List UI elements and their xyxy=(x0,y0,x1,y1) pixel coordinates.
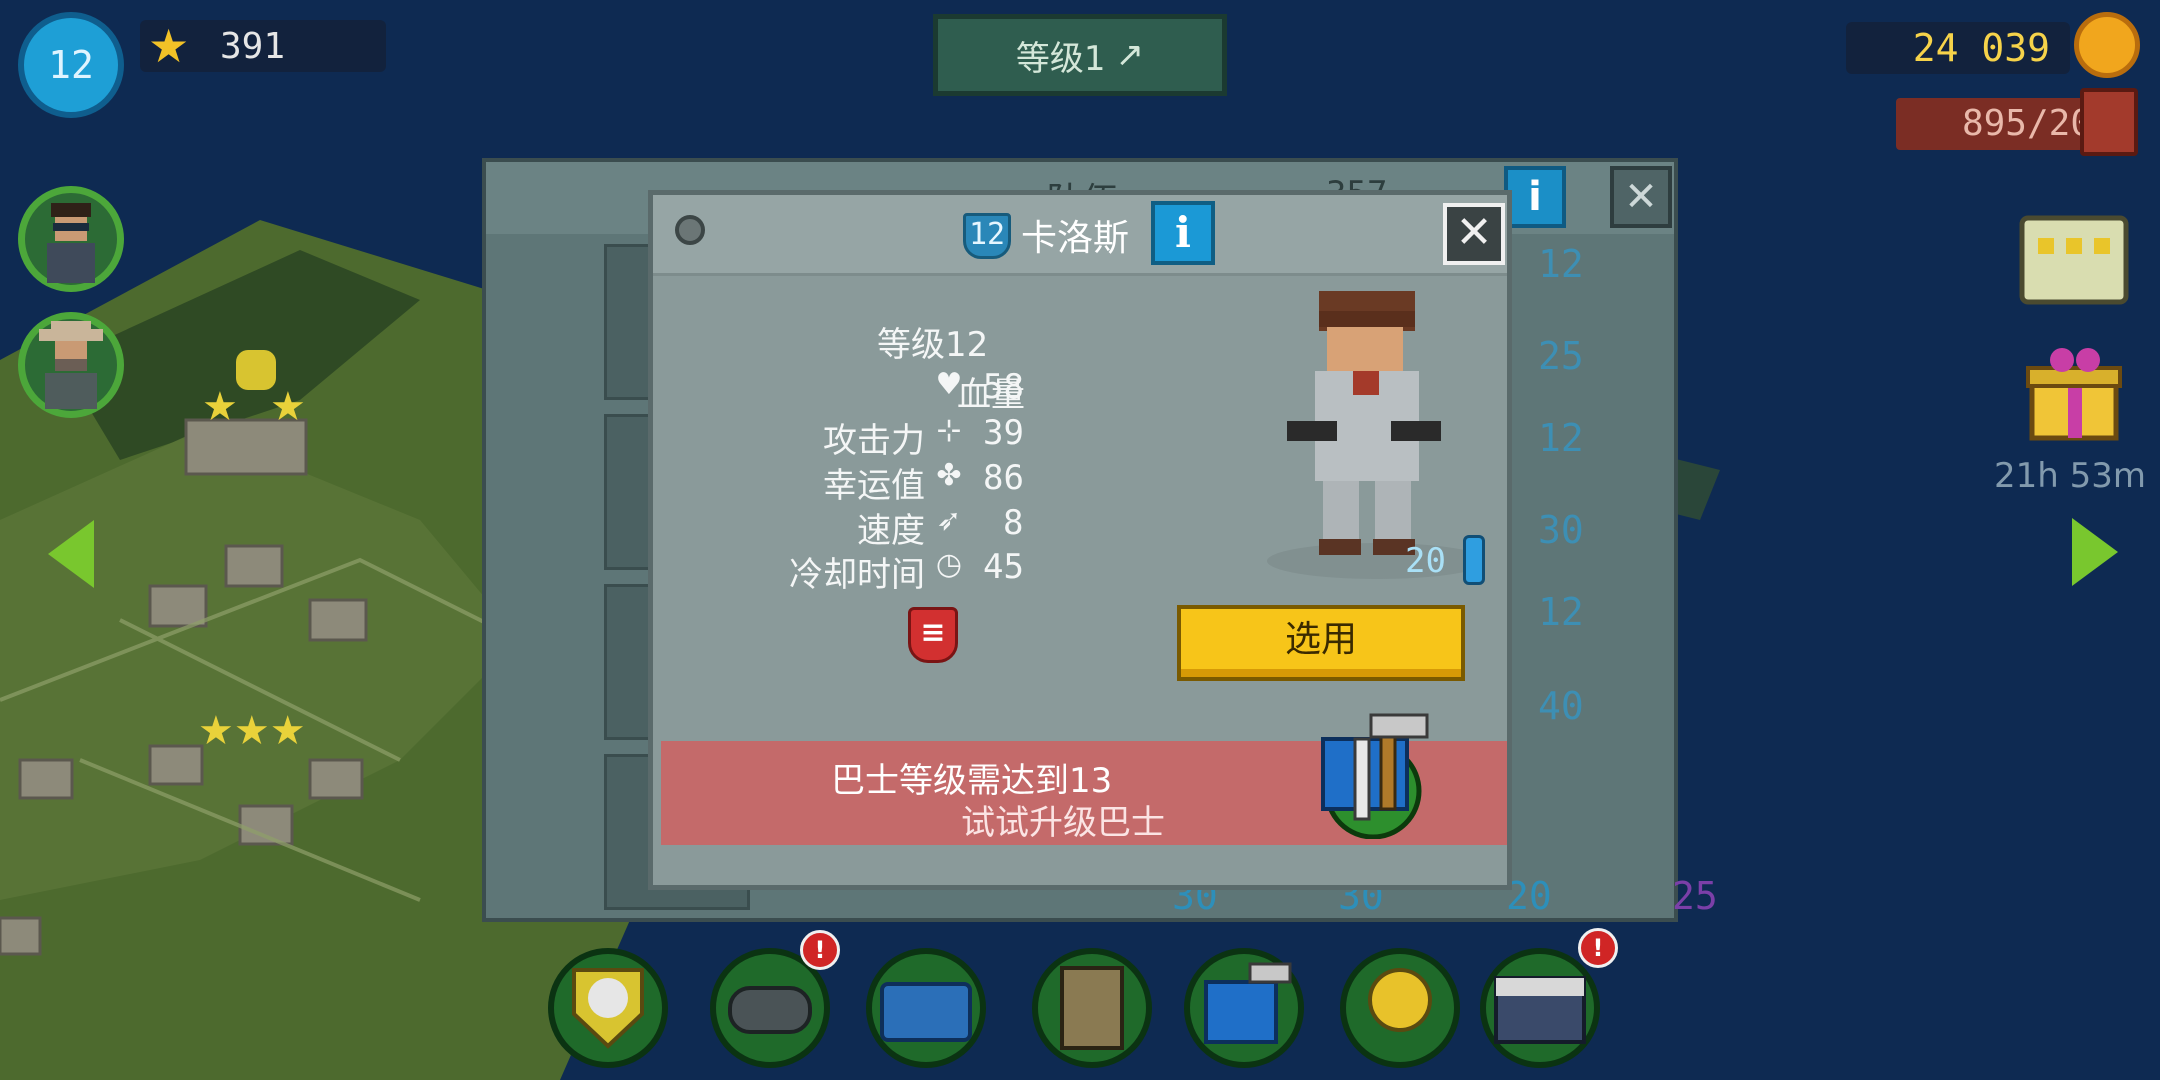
stat-label-speed: 速度 xyxy=(857,511,925,551)
squad-avatar-2[interactable] xyxy=(18,312,124,418)
stat-value-speed: 8 xyxy=(1003,503,1024,543)
card-level: 25 xyxy=(1538,334,1584,378)
character-level-text: 等级12 xyxy=(877,325,989,365)
equip-button[interactable]: 选用 xyxy=(1177,605,1465,681)
heart-icon: ♥ xyxy=(935,367,963,402)
boot-icon: ➶ xyxy=(936,503,962,538)
requirement-hint: 试试升级巴士 xyxy=(961,803,1165,843)
zombie-book-icon xyxy=(1060,966,1124,1050)
team-info-button[interactable]: i xyxy=(1504,166,1566,228)
card-level: 25 xyxy=(1672,874,1718,918)
star-icon: ★ xyxy=(148,19,190,73)
squad-avatar-1[interactable] xyxy=(18,186,124,292)
skull-shield-icon xyxy=(572,968,644,1049)
character-portrait xyxy=(1267,291,1467,579)
clover-icon: ✤ xyxy=(936,458,962,493)
stat-value-hp: 58 xyxy=(983,367,1024,407)
modal-header: 12 卡洛斯 i ✕ xyxy=(653,195,1507,276)
stat-value-cooldown: 45 xyxy=(983,547,1024,587)
notification-badge: ! xyxy=(1578,928,1618,968)
serum-icon xyxy=(1463,535,1485,585)
gamepad-icon xyxy=(728,986,812,1034)
bus-upgrade-icon[interactable] xyxy=(1313,709,1433,839)
star-counter: ★ 391 xyxy=(140,20,386,72)
dock-radio-button[interactable] xyxy=(866,948,986,1068)
stat-label-luck: 幸运值 xyxy=(823,466,925,506)
coin-icon[interactable] xyxy=(2074,12,2140,78)
team-close-button[interactable]: ✕ xyxy=(1610,166,1672,228)
dock-skull-button[interactable] xyxy=(548,948,668,1068)
fuel-count: 895/20 xyxy=(1961,103,2092,144)
survivor-avatar-icon xyxy=(47,203,95,283)
stat-label-cooldown: 冷却时间 xyxy=(789,555,925,595)
area-level-banner[interactable]: 等级1 ↗ xyxy=(933,14,1227,96)
chest-icon xyxy=(1494,976,1586,1044)
dock-upgrade-button[interactable] xyxy=(1184,948,1304,1068)
svg-text:★★★: ★★★ xyxy=(198,708,306,752)
arrow-left-icon[interactable] xyxy=(48,520,94,588)
card-level: 12 xyxy=(1538,590,1584,634)
area-level-text: 等级1 xyxy=(1015,38,1106,79)
coin-count: 24 039 xyxy=(1912,26,2050,70)
coin-counter: 24 039 xyxy=(1846,22,2070,74)
player-level-text: 12 xyxy=(48,43,94,87)
zone-marker[interactable]: ★ ★ xyxy=(200,346,310,436)
card-level: 20 xyxy=(1506,874,1552,918)
gift-box-icon[interactable] xyxy=(2022,342,2126,446)
arrow-right-icon[interactable] xyxy=(2072,518,2118,586)
svg-text:★: ★ xyxy=(270,384,306,430)
stat-value-luck: 86 xyxy=(983,458,1024,498)
character-detail-modal: 12 卡洛斯 i ✕ 等级12 血量 ♥ 58 攻击力 ⊹ 39 幸运值 ✤ 8… xyxy=(648,190,1512,890)
pin-icon xyxy=(675,215,705,245)
svg-text:★: ★ xyxy=(202,384,238,430)
star-count: 391 xyxy=(220,26,286,67)
radio-icon xyxy=(880,982,972,1042)
card-level: 30 xyxy=(1538,508,1584,552)
tools-icon xyxy=(1204,962,1292,1044)
character-info-button[interactable]: i xyxy=(1151,201,1215,265)
faction-badge-icon: ≡ xyxy=(908,607,958,663)
dock-chest-button[interactable] xyxy=(1480,948,1600,1068)
mission-board-icon[interactable] xyxy=(2014,200,2134,310)
stat-label-attack: 攻击力 xyxy=(823,421,925,461)
dock-zombie-guide-button[interactable] xyxy=(1032,948,1152,1068)
zone-stars-3[interactable]: ★★★ xyxy=(198,702,322,752)
character-level-badge: 12 xyxy=(963,213,1011,259)
player-level-badge[interactable]: 12 xyxy=(18,12,124,118)
fuel-can-icon[interactable] xyxy=(2080,88,2138,156)
stopwatch-icon: ◷ xyxy=(935,547,963,582)
dock-survivor-button[interactable] xyxy=(1340,948,1460,1068)
fuel-counter: 895/20 xyxy=(1896,98,2106,150)
upgrade-cost: 20 xyxy=(1405,541,1446,581)
modal-close-button[interactable]: ✕ xyxy=(1443,203,1505,265)
character-name: 卡洛斯 xyxy=(1021,218,1130,259)
arrow-up-right-icon: ↗ xyxy=(1115,35,1145,75)
card-level: 12 xyxy=(1538,416,1584,460)
hardhat-icon xyxy=(1368,968,1432,1032)
attack-icon: ⊹ xyxy=(936,413,962,448)
card-level: 12 xyxy=(1538,242,1584,286)
cowboy-avatar-icon xyxy=(39,321,103,409)
stat-value-attack: 39 xyxy=(983,413,1024,453)
notification-badge: ! xyxy=(800,930,840,970)
card-level: 40 xyxy=(1538,684,1584,728)
gift-timer: 21h 53m xyxy=(1994,456,2147,496)
